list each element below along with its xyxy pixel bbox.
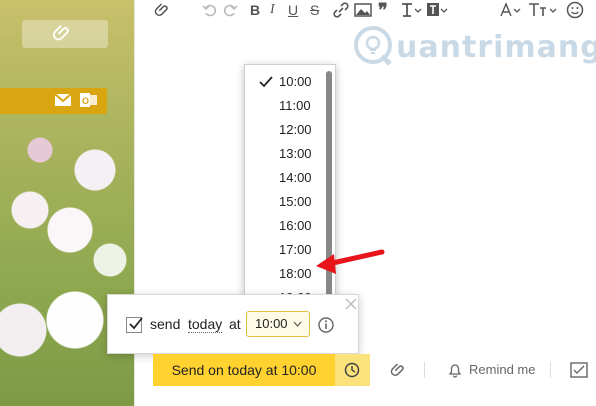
attach-icon[interactable] — [154, 0, 172, 20]
attach-icon[interactable] — [390, 361, 408, 379]
time-select[interactable]: 10:00 — [246, 311, 310, 337]
send-label: send — [150, 316, 181, 332]
send-later-checkbox[interactable] — [126, 317, 143, 333]
image-icon[interactable] — [354, 0, 372, 20]
time-option[interactable]: 12:00 — [245, 118, 325, 142]
time-option[interactable]: 17:00 — [245, 238, 325, 262]
bell-icon[interactable] — [448, 362, 462, 378]
toolbar-separator — [424, 362, 425, 378]
undo-icon[interactable] — [202, 0, 218, 20]
quote-icon[interactable]: ❞ — [378, 0, 388, 20]
italic-button[interactable]: I — [270, 0, 275, 20]
toolbar-separator — [550, 362, 551, 378]
time-select-value: 10:00 — [255, 316, 288, 331]
close-icon[interactable] — [344, 297, 358, 311]
red-arrow-annotation — [316, 249, 385, 274]
watermark-logo-icon — [354, 26, 392, 66]
time-option[interactable]: 14:00 — [245, 166, 325, 190]
svg-text:O: O — [82, 96, 89, 106]
bold-button[interactable]: B — [250, 0, 260, 20]
link-icon[interactable] — [332, 0, 350, 20]
watermark: uantrimang — [352, 22, 596, 70]
text-style-icon[interactable] — [528, 0, 560, 20]
remind-me-button[interactable]: Remind me — [469, 362, 535, 377]
gmail-icon[interactable] — [54, 92, 72, 108]
redo-icon[interactable] — [222, 0, 238, 20]
schedule-send-popup: send today at 10:00 — [107, 294, 359, 354]
outlook-icon[interactable]: O — [80, 91, 97, 109]
text-color-icon[interactable] — [426, 0, 448, 20]
time-option[interactable]: 18:00 — [245, 262, 325, 286]
time-option[interactable]: 10:00 — [245, 70, 325, 94]
clock-icon — [344, 362, 360, 378]
attach-icon[interactable] — [52, 22, 74, 44]
send-button[interactable]: Send on today at 10:00 — [153, 354, 335, 386]
template-icon[interactable] — [570, 361, 588, 379]
time-option[interactable]: 16:00 — [245, 214, 325, 238]
format-toolbar: B I U S ❞ — [148, 0, 596, 20]
time-option[interactable]: 13:00 — [245, 142, 325, 166]
time-option[interactable]: 15:00 — [245, 190, 325, 214]
chevron-down-icon — [293, 321, 302, 327]
today-link[interactable]: today — [188, 316, 223, 333]
text-format-icon[interactable] — [400, 0, 422, 20]
info-icon[interactable] — [318, 317, 334, 333]
emoji-icon[interactable] — [566, 0, 584, 20]
check-icon — [129, 317, 143, 330]
font-size-icon[interactable] — [500, 0, 522, 20]
schedule-button[interactable] — [335, 354, 370, 386]
underline-button[interactable]: U — [288, 0, 298, 20]
strikethrough-button[interactable]: S — [310, 0, 319, 20]
time-option[interactable]: 11:00 — [245, 94, 325, 118]
watermark-text: uantrimang — [396, 30, 596, 65]
at-label: at — [229, 316, 241, 332]
